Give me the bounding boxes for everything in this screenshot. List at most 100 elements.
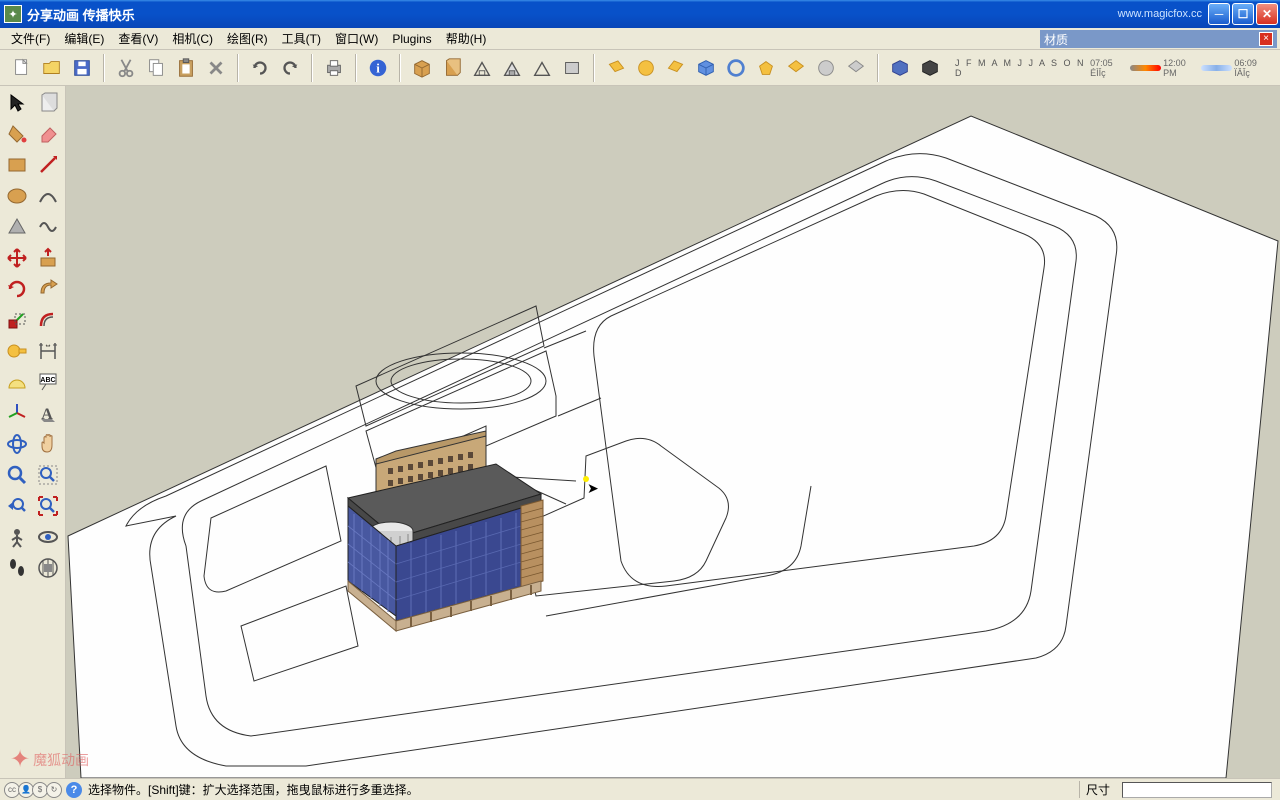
arc-tool-icon[interactable] — [33, 181, 63, 211]
copy-icon[interactable] — [142, 54, 170, 82]
walk-tool-icon[interactable] — [2, 553, 32, 583]
section-plane-icon[interactable] — [33, 553, 63, 583]
look-around-icon[interactable] — [33, 522, 63, 552]
select-tool-icon[interactable] — [2, 88, 32, 118]
layer-gold-4-icon[interactable] — [752, 54, 780, 82]
dimension-tool-icon[interactable]: ** — [33, 336, 63, 366]
make-component-icon[interactable] — [408, 54, 436, 82]
offset-tool-icon[interactable] — [33, 305, 63, 335]
layer-ring-icon[interactable] — [722, 54, 750, 82]
shadow-settings-icon[interactable] — [916, 54, 944, 82]
rotate-tool-icon[interactable] — [2, 274, 32, 304]
svg-text:ABC: ABC — [40, 377, 55, 384]
pan-tool-icon[interactable] — [33, 429, 63, 459]
save-file-icon[interactable] — [68, 54, 96, 82]
3d-viewport[interactable]: ➤ — [66, 86, 1280, 778]
menu-help[interactable]: 帮助(H) — [439, 28, 494, 49]
date-slider[interactable] — [1130, 65, 1162, 71]
axes-tool-icon[interactable] — [2, 398, 32, 428]
rectangle-tool-icon[interactable] — [2, 150, 32, 180]
menu-bar: 文件(F) 编辑(E) 查看(V) 相机(C) 绘图(R) 工具(T) 窗口(W… — [0, 28, 1280, 50]
layer-gray-2-icon[interactable] — [842, 54, 870, 82]
eraser-icon[interactable] — [33, 119, 63, 149]
zoom-tool-icon[interactable] — [2, 460, 32, 490]
shadow-time-bar: J F M A M J J A S O N D 07:05 ÉÌÎç 12:00… — [951, 58, 1276, 78]
3dtext-tool-icon[interactable]: A — [33, 398, 63, 428]
make-group-icon[interactable] — [438, 54, 466, 82]
style-1-icon[interactable] — [468, 54, 496, 82]
menu-camera[interactable]: 相机(C) — [165, 28, 220, 49]
style-4-icon[interactable] — [558, 54, 586, 82]
menu-plugins[interactable]: Plugins — [385, 30, 438, 48]
tape-measure-icon[interactable] — [2, 336, 32, 366]
materials-close-icon[interactable]: × — [1259, 32, 1273, 46]
watermark-star-icon: ✦ — [10, 745, 30, 774]
zoom-extents-icon[interactable] — [33, 491, 63, 521]
style-2-icon[interactable] — [498, 54, 526, 82]
menu-tools[interactable]: 工具(T) — [275, 28, 328, 49]
new-file-icon[interactable] — [8, 54, 36, 82]
followme-tool-icon[interactable] — [33, 274, 63, 304]
pushpull-tool-icon[interactable] — [33, 243, 63, 273]
layer-gold-5-icon[interactable] — [782, 54, 810, 82]
shadow-toggle-icon[interactable] — [886, 54, 914, 82]
paste-icon[interactable] — [172, 54, 200, 82]
orbit-tool-icon[interactable] — [2, 429, 32, 459]
position-camera-icon[interactable] — [2, 522, 32, 552]
layer-gold-1-icon[interactable] — [602, 54, 630, 82]
minimize-button[interactable]: ─ — [1208, 3, 1230, 25]
window-controls: ─ ☐ ✕ — [1208, 3, 1278, 25]
zoom-window-icon[interactable] — [33, 460, 63, 490]
shadow-time-3: 06:09 ÏÂÎç — [1234, 58, 1272, 78]
shadow-months[interactable]: J F M A M J J A S O N D — [955, 58, 1088, 78]
zoom-previous-icon[interactable] — [2, 491, 32, 521]
dimension-label: 尺寸 — [1079, 781, 1116, 798]
component-tool-icon[interactable] — [33, 88, 63, 118]
shadow-time-1: 07:05 ÉÌÎç — [1090, 58, 1128, 78]
menu-window[interactable]: 窗口(W) — [328, 28, 385, 49]
open-file-icon[interactable] — [38, 54, 66, 82]
time-slider[interactable] — [1201, 65, 1233, 71]
style-3-icon[interactable] — [528, 54, 556, 82]
layer-blue-icon[interactable] — [692, 54, 720, 82]
app-icon: ✦ — [4, 5, 22, 23]
menu-file[interactable]: 文件(F) — [4, 28, 57, 49]
close-button[interactable]: ✕ — [1256, 3, 1278, 25]
polygon-tool-icon[interactable] — [2, 212, 32, 242]
layer-gray-1-icon[interactable] — [812, 54, 840, 82]
line-tool-icon[interactable] — [33, 150, 63, 180]
dimension-input[interactable] — [1122, 782, 1272, 798]
text-tool-icon[interactable]: ABC — [33, 367, 63, 397]
freehand-tool-icon[interactable] — [33, 212, 63, 242]
layer-gold-3-icon[interactable] — [662, 54, 690, 82]
model-info-icon[interactable]: i — [364, 54, 392, 82]
menu-view[interactable]: 查看(V) — [111, 28, 165, 49]
cc-sa-icon: ↻ — [46, 782, 62, 798]
menu-edit[interactable]: 编辑(E) — [57, 28, 111, 49]
protractor-tool-icon[interactable] — [2, 367, 32, 397]
materials-panel-header[interactable]: 材质 × — [1040, 30, 1277, 48]
window-title: 分享动画 传播快乐 — [27, 5, 1118, 24]
materials-title: 材质 — [1044, 31, 1068, 48]
left-toolbar: ** ABC A — [0, 86, 66, 778]
watermark: ✦ 魔狐动画 — [10, 745, 89, 774]
cc-license-icons: cc 👤 $ ↻ — [4, 782, 60, 798]
help-icon[interactable]: ? — [66, 782, 82, 798]
delete-icon[interactable] — [202, 54, 230, 82]
maximize-button[interactable]: ☐ — [1232, 3, 1254, 25]
cut-icon[interactable] — [112, 54, 140, 82]
paint-bucket-icon[interactable] — [2, 119, 32, 149]
undo-icon[interactable] — [246, 54, 274, 82]
redo-icon[interactable] — [276, 54, 304, 82]
window-title-bar: ✦ 分享动画 传播快乐 www.magicfox.cc ─ ☐ ✕ — [0, 0, 1280, 28]
layer-gold-2-icon[interactable] — [632, 54, 660, 82]
status-bar: cc 👤 $ ↻ ? 选择物件。[Shift]键：扩大选择范围，拖曳鼠标进行多重… — [0, 778, 1280, 800]
move-tool-icon[interactable] — [2, 243, 32, 273]
scene-canvas[interactable] — [66, 86, 1280, 778]
circle-tool-icon[interactable] — [2, 181, 32, 211]
watermark-text: 魔狐动画 — [33, 750, 89, 770]
menu-draw[interactable]: 绘图(R) — [220, 28, 275, 49]
scale-tool-icon[interactable] — [2, 305, 32, 335]
shadow-time-2: 12:00 PM — [1163, 58, 1199, 78]
print-icon[interactable] — [320, 54, 348, 82]
